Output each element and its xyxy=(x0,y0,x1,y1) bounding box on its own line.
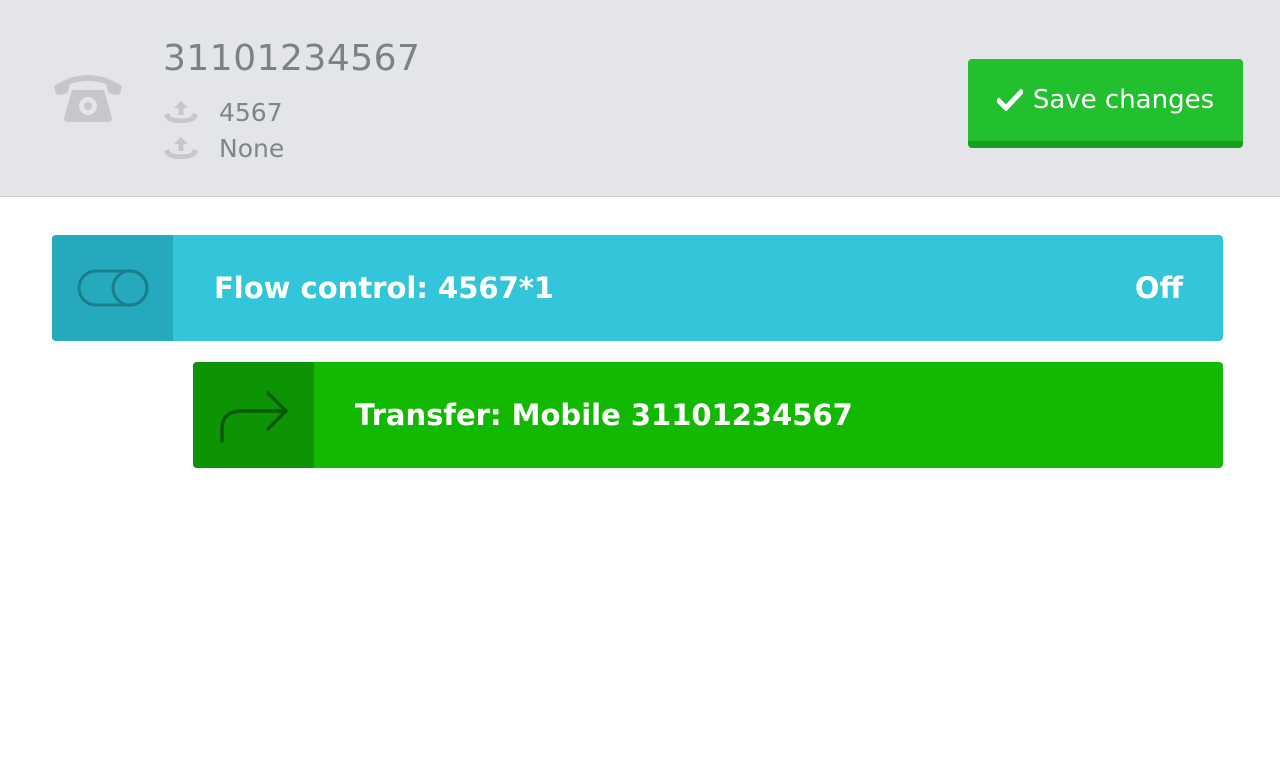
transfer-item[interactable]: Transfer: Mobile 31101234567 xyxy=(193,362,1223,468)
device-header: 31101234567 4567 None Save changes xyxy=(0,0,1280,197)
forward-arrow-icon xyxy=(219,391,288,443)
save-changes-button[interactable]: Save changes xyxy=(968,59,1243,148)
secondary-row: None xyxy=(163,133,284,163)
flow-control-item[interactable]: Flow control: 4567*1 Off xyxy=(52,235,1223,341)
secondary-value: None xyxy=(219,133,285,163)
save-changes-label: Save changes xyxy=(1032,85,1215,115)
flow-control-state: Off xyxy=(1134,271,1183,305)
extension-row: 4567 xyxy=(163,97,283,127)
phone-icon xyxy=(54,75,122,122)
flow-control-icon-box xyxy=(52,235,173,341)
outgoing-call-icon xyxy=(164,137,198,159)
transfer-title: Transfer: Mobile 31101234567 xyxy=(355,398,853,432)
transfer-icon-box xyxy=(193,362,314,468)
outgoing-call-icon xyxy=(164,101,198,123)
phone-number: 31101234567 xyxy=(163,38,421,79)
check-icon xyxy=(996,89,1023,111)
flow-control-title: Flow control: 4567*1 xyxy=(214,271,555,305)
toggle-icon xyxy=(77,269,148,307)
extension-value: 4567 xyxy=(219,97,283,127)
